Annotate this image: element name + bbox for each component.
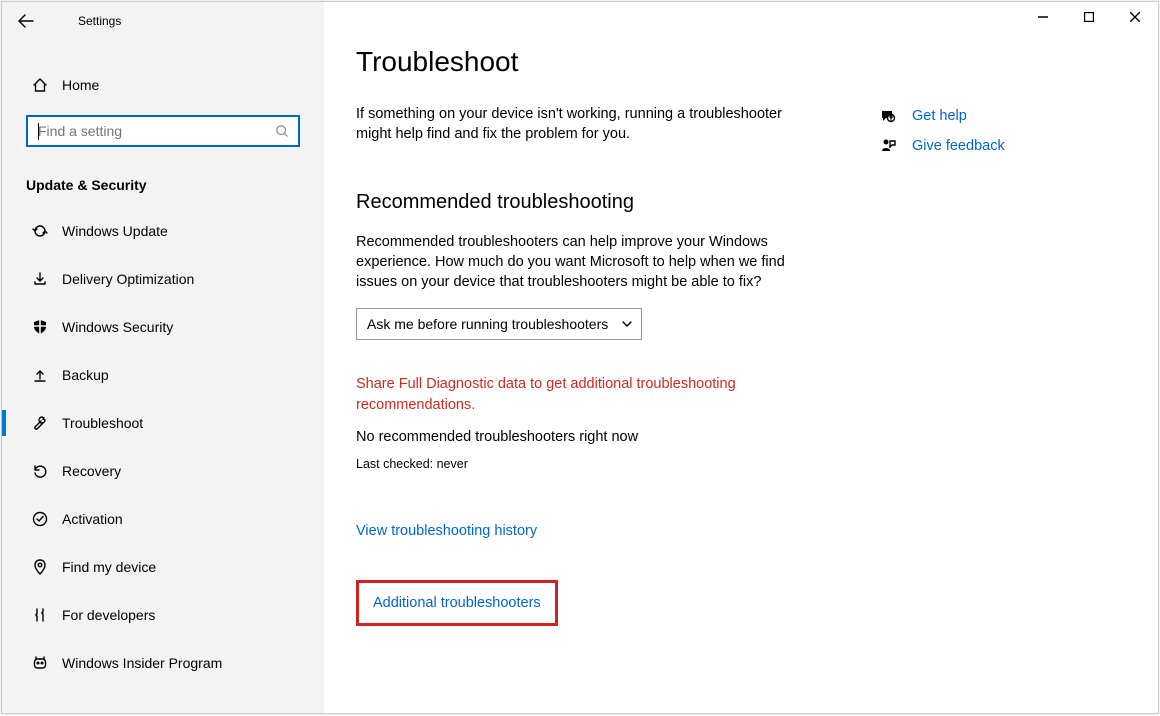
- minimize-button[interactable]: [1020, 2, 1066, 32]
- home-icon: [30, 77, 50, 93]
- page-title: Troubleshoot: [356, 46, 1158, 78]
- troubleshoot-mode-dropdown[interactable]: Ask me before running troubleshooters: [356, 308, 642, 340]
- feedback-icon: [878, 138, 898, 154]
- location-icon: [30, 557, 50, 577]
- sidebar-section-title: Update & Security: [2, 147, 324, 203]
- back-button[interactable]: [2, 2, 50, 39]
- nav-backup[interactable]: Backup: [2, 351, 324, 399]
- upload-icon: [30, 365, 50, 385]
- no-recommended-text: No recommended troubleshooters right now: [356, 429, 1158, 445]
- last-checked-text: Last checked: never: [356, 457, 1158, 471]
- text-caret: [38, 123, 39, 140]
- additional-troubleshooters-link[interactable]: Additional troubleshooters: [373, 595, 541, 611]
- tools-icon: [30, 605, 50, 625]
- nav-delivery-optimization[interactable]: Delivery Optimization: [2, 255, 324, 303]
- nav-activation[interactable]: Activation: [2, 495, 324, 543]
- nav-troubleshoot[interactable]: Troubleshoot: [2, 399, 324, 447]
- search-input-wrap[interactable]: [26, 115, 300, 147]
- home-nav[interactable]: Home: [2, 61, 324, 109]
- recommended-body: Recommended troubleshooters can help imp…: [356, 232, 796, 293]
- recommended-heading: Recommended troubleshooting: [356, 191, 1158, 214]
- app-title: Settings: [50, 14, 121, 28]
- chevron-down-icon: [621, 318, 633, 330]
- nav-windows-insider[interactable]: Windows Insider Program: [2, 639, 324, 687]
- recovery-icon: [30, 461, 50, 481]
- close-button[interactable]: [1112, 2, 1158, 32]
- diagnostic-warning: Share Full Diagnostic data to get additi…: [356, 374, 796, 415]
- nav-find-my-device[interactable]: Find my device: [2, 543, 324, 591]
- shield-icon: [30, 317, 50, 337]
- nav-windows-security[interactable]: Windows Security: [2, 303, 324, 351]
- help-icon: [878, 108, 898, 124]
- back-arrow-icon: [18, 13, 34, 29]
- insider-icon: [30, 653, 50, 673]
- get-help-link[interactable]: Get help: [878, 108, 1098, 124]
- dropdown-value: Ask me before running troubleshooters: [367, 316, 608, 332]
- give-feedback-link[interactable]: Give feedback: [878, 138, 1098, 154]
- nav-recovery[interactable]: Recovery: [2, 447, 324, 495]
- search-icon: [266, 124, 298, 138]
- page-intro: If something on your device isn't workin…: [356, 104, 796, 145]
- download-icon: [30, 269, 50, 289]
- search-input[interactable]: [28, 123, 266, 139]
- check-circle-icon: [30, 509, 50, 529]
- nav-windows-update[interactable]: Windows Update: [2, 207, 324, 255]
- wrench-icon: [30, 413, 50, 433]
- home-label: Home: [50, 77, 99, 93]
- additional-troubleshooters-highlight: Additional troubleshooters: [356, 580, 558, 626]
- view-history-link[interactable]: View troubleshooting history: [356, 523, 537, 539]
- maximize-button[interactable]: [1066, 2, 1112, 32]
- refresh-icon: [30, 221, 50, 241]
- nav-for-developers[interactable]: For developers: [2, 591, 324, 639]
